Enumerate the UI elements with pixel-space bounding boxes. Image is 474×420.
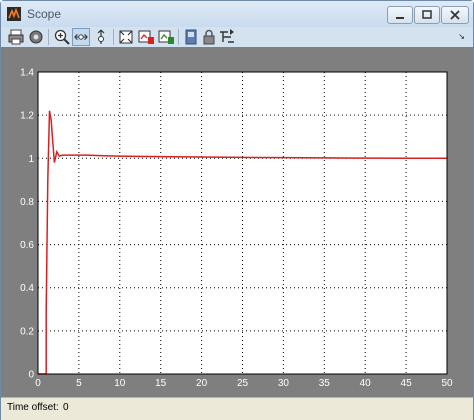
signal-selection-icon[interactable] (218, 28, 236, 46)
x-tick-label: 35 (319, 378, 331, 389)
zoom-x-icon[interactable] (72, 28, 90, 46)
parameters-icon[interactable] (27, 28, 45, 46)
restore-icon (422, 10, 432, 19)
x-tick-label: 20 (196, 378, 208, 389)
floating-scope-icon[interactable] (182, 28, 200, 46)
x-tick-label: 0 (35, 378, 41, 389)
save-axes-icon[interactable] (137, 28, 155, 46)
status-bar: Time offset: 0 (1, 397, 473, 420)
title-bar[interactable]: Scope (1, 1, 473, 27)
y-tick-label: 0 (28, 370, 34, 381)
zoom-y-icon[interactable] (92, 28, 110, 46)
close-icon (450, 10, 460, 20)
dock-arrow-icon[interactable]: ↘ (458, 32, 465, 41)
toolbar-separator (48, 29, 49, 45)
scope-window: Scope ↘ 0 5 10 15 20 25 30 35 40 45 50 0… (0, 0, 474, 420)
close-button[interactable] (441, 6, 469, 24)
autoscale-icon[interactable] (117, 28, 135, 46)
scope-figure: 0 5 10 15 20 25 30 35 40 45 50 0 0.2 0.4 0.6 0.8 1 1.2 1.4 (1, 47, 473, 397)
toolbar (1, 27, 473, 47)
x-tick-label: 10 (114, 378, 126, 389)
y-tick-label: 1 (28, 154, 34, 165)
x-tick-label: 45 (401, 378, 413, 389)
toolbar-separator (178, 29, 179, 45)
minimize-button[interactable] (387, 6, 413, 24)
restore-button[interactable] (414, 6, 440, 24)
y-tick-label: 0.6 (20, 240, 34, 251)
x-tick-label: 25 (237, 378, 249, 389)
y-tick-label: 0.4 (20, 283, 34, 294)
y-tick-label: 0.2 (20, 326, 34, 337)
time-offset-value: 0 (63, 402, 69, 413)
scope-plot[interactable]: 0 5 10 15 20 25 30 35 40 45 50 0 0.2 0.4 0.6 0.8 1 1.2 1.4 (1, 47, 473, 397)
lock-icon[interactable] (200, 28, 218, 46)
restore-axes-icon[interactable] (157, 28, 175, 46)
print-icon[interactable] (7, 28, 25, 46)
zoom-in-icon[interactable] (53, 28, 71, 46)
toolbar-separator (113, 29, 114, 45)
x-tick-label: 30 (278, 378, 290, 389)
scope-app-icon (7, 7, 21, 21)
minimize-icon (396, 17, 404, 19)
x-tick-label: 15 (155, 378, 167, 389)
x-tick-label: 5 (76, 378, 82, 389)
y-tick-label: 1.2 (20, 111, 34, 122)
x-tick-label: 40 (360, 378, 372, 389)
y-tick-label: 1.4 (20, 68, 34, 79)
time-offset-label: Time offset: (7, 402, 59, 413)
window-title: Scope (27, 7, 62, 21)
y-tick-label: 0.8 (20, 197, 34, 208)
x-tick-label: 50 (441, 378, 453, 389)
